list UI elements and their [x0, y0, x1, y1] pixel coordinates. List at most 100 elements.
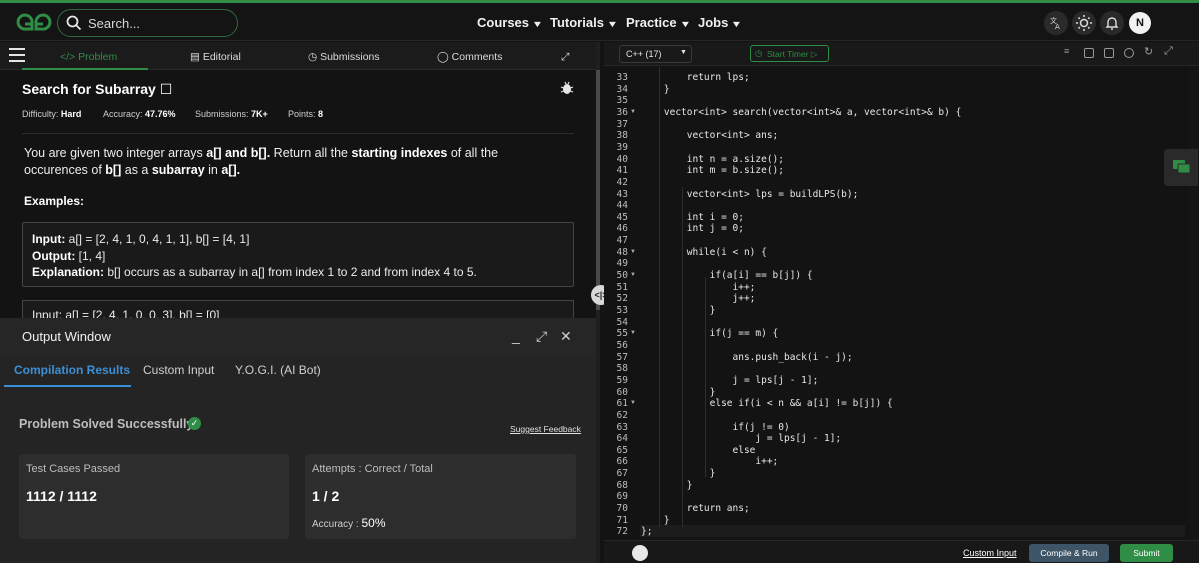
fold-arrow-icon[interactable]: ▼ [630, 109, 636, 115]
copy-icon[interactable] [1084, 48, 1094, 58]
minimize-icon[interactable]: _ [512, 328, 520, 344]
tab-problem[interactable]: </> Problem [60, 51, 117, 63]
example-output-label: Output: [32, 248, 76, 263]
compile-run-button[interactable]: Compile & Run [1029, 544, 1109, 562]
notifications-button[interactable] [1100, 11, 1124, 35]
expand-icon[interactable]: ⤢ [561, 51, 569, 64]
reset-icon[interactable]: ↻ [1144, 45, 1154, 58]
code-line[interactable]: int j = 0; [641, 223, 1199, 234]
code-line[interactable]: vector<int> ans; [641, 130, 1199, 141]
tab-yogi-bot[interactable]: Y.O.G.I. (AI Bot) [235, 363, 321, 377]
fold-arrow-icon[interactable]: ▼ [630, 400, 636, 406]
code-line[interactable]: } [641, 305, 1199, 316]
attempts-card: Attempts : Correct / Total 1 / 2 Accurac… [305, 454, 576, 539]
settings-icon[interactable] [1124, 48, 1134, 58]
chat-button[interactable] [1164, 149, 1198, 186]
code-line[interactable]: i++; [641, 456, 1199, 467]
problem-scrollbar-thumb[interactable] [596, 70, 600, 310]
bug-report-icon[interactable] [560, 81, 574, 95]
line-number: 69 [616, 491, 628, 503]
line-number: 41 [616, 165, 628, 177]
line-number: 57 [616, 351, 628, 363]
custom-input-link[interactable]: Custom Input [963, 548, 1017, 558]
code-line[interactable]: j = lps[j - 1]; [641, 433, 1199, 444]
code-line[interactable]: vector<int> lps = buildLPS(b); [641, 189, 1199, 200]
line-number: 43 [616, 188, 628, 200]
code-line[interactable]: if(a[i] == b[j]) { [641, 270, 1199, 281]
code-editor[interactable]: 33 return lps; 34 } 35 36 ▼ vector<int> sear… [604, 67, 1199, 540]
code-line[interactable]: int i = 0; [641, 212, 1199, 223]
example-explanation-label: Explanation: [32, 265, 105, 279]
difficulty-value: Hard [60, 109, 82, 119]
code-line[interactable]: } [641, 387, 1199, 398]
code-line[interactable]: ans.push_back(i - j); [641, 352, 1199, 363]
active-tab-underline [4, 385, 131, 387]
submissions-meta: Submissions: 7K+ [195, 109, 268, 119]
menu-jobs[interactable]: Jobs ▼ [698, 15, 743, 30]
code-line[interactable]: while(i < n) { [641, 247, 1199, 258]
fullscreen-icon[interactable]: ⤢ [1164, 45, 1174, 57]
format-icon[interactable]: ≡ [1064, 46, 1074, 56]
translate-button[interactable]: 文A [1044, 11, 1068, 35]
code-line[interactable]: if(j != 0) [641, 422, 1199, 433]
desc-text: as a [121, 163, 152, 177]
tab-compilation-results[interactable]: Compilation Results [14, 363, 130, 377]
editor-bottom-bar: Custom Input Compile & Run Submit [604, 540, 1199, 563]
fold-arrow-icon[interactable]: ▼ [630, 330, 636, 336]
points-meta: Points: 8 [288, 109, 323, 119]
menu-practice[interactable]: Practice ▼ [626, 15, 691, 30]
code-line[interactable]: } [641, 480, 1199, 491]
editor-scrollbar[interactable] [1189, 67, 1199, 540]
code-line[interactable]: else if(i < n && a[i] != b[j]) { [641, 398, 1199, 409]
maximize-icon[interactable]: ⤢ [536, 328, 547, 345]
code-line[interactable]: return ans; [641, 503, 1199, 514]
menu-courses[interactable]: Courses ▼ [477, 15, 543, 30]
code-line[interactable]: } [641, 515, 1199, 526]
line-number: 60 [616, 386, 628, 398]
code-line[interactable]: j = lps[j - 1]; [641, 375, 1199, 386]
line-number: 62 [616, 409, 628, 421]
submit-button[interactable]: Submit [1120, 544, 1173, 562]
code-line[interactable]: }; [641, 526, 1199, 537]
desc-text: Return all the [270, 146, 352, 160]
file-icon[interactable] [1104, 48, 1114, 58]
hint-bulb-icon[interactable] [632, 545, 648, 561]
tab-editorial[interactable]: ▤ Editorial [190, 51, 241, 63]
line-number: 67 [616, 468, 628, 480]
tab-comments[interactable]: ◯ Comments [437, 51, 502, 63]
tab-custom-input[interactable]: Custom Input [143, 363, 214, 377]
code-line[interactable]: j++; [641, 293, 1199, 304]
code-line[interactable]: } [641, 468, 1199, 479]
tab-comments-label: Comments [451, 51, 503, 63]
menu-courses-label: Courses [477, 15, 530, 30]
code-line[interactable]: return lps; [641, 72, 1199, 83]
example-2: Input: a[] = [2, 4, 1, 0, 0, 3], b[] = [… [22, 300, 574, 320]
tab-submissions[interactable]: ◷ Submissions [308, 51, 380, 63]
avatar[interactable]: N [1129, 12, 1151, 34]
play-icon: ▷ [808, 49, 818, 59]
code-line[interactable]: int m = b.size(); [641, 165, 1199, 176]
tab-submissions-label: Submissions [320, 51, 380, 63]
code-line[interactable]: vector<int> search(vector<int>& a, vecto… [641, 107, 1199, 118]
code-line[interactable]: } [641, 84, 1199, 95]
line-number: 65 [616, 444, 628, 456]
bookmark-icon[interactable]: ☐ [156, 81, 173, 97]
close-icon[interactable]: ✕ [560, 328, 572, 345]
search-box[interactable]: Search... [57, 9, 238, 37]
hamburger-menu-icon[interactable] [9, 48, 25, 62]
line-number: 39 [616, 141, 628, 153]
code-line[interactable]: int n = a.size(); [641, 154, 1199, 165]
code-line[interactable]: else [641, 445, 1199, 456]
menu-jobs-label: Jobs [698, 15, 729, 30]
fold-arrow-icon[interactable]: ▼ [630, 249, 636, 255]
menu-tutorials[interactable]: Tutorials ▼ [550, 15, 618, 30]
gfg-logo[interactable] [14, 13, 54, 33]
fold-arrow-icon[interactable]: ▼ [630, 272, 636, 278]
suggest-feedback-link[interactable]: Suggest Feedback [510, 424, 581, 434]
code-line[interactable]: i++; [641, 282, 1199, 293]
timer-label: Start Timer [767, 49, 809, 59]
start-timer-button[interactable]: ◷ Start Timer ▷ [750, 45, 829, 62]
theme-toggle-button[interactable] [1072, 11, 1096, 35]
code-line[interactable]: if(j == m) { [641, 328, 1199, 339]
language-select[interactable]: C++ (17) ▼ [619, 45, 692, 63]
